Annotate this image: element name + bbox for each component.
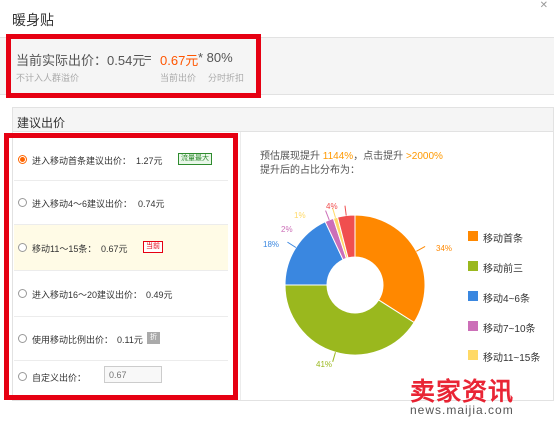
slice-percent-label: 18% [263,240,280,249]
estimate-mid: ，点击提升 [353,151,404,162]
legend-label: 移动7~10条 [483,324,536,335]
legend-swatch [468,291,478,301]
slice-percent-label: 41% [316,360,333,369]
estimate-text: 预估展现提升 1144%，点击提升 >2000% 提升后的占比分布为： [260,150,443,178]
legend-swatch [468,350,478,360]
highlight-box-options [4,133,238,400]
click-lift: >2000% [405,151,443,162]
impression-lift: 1144% [322,151,354,162]
estimate-line-2: 提升后的占比分布为： [260,165,360,176]
dialog-title: 暖身贴 [12,12,54,28]
slice-percent-label: 1% [294,211,306,220]
legend-label: 移动前三 [483,264,523,275]
vertical-divider [240,132,241,400]
legend-label: 移动11~15条 [483,353,541,364]
slice-percent-label: 2% [281,225,293,234]
legend-swatch [468,321,478,331]
highlight-box-price [6,34,261,98]
estimate-line-1: 预估展现提升 1144%，点击提升 >2000% [260,150,443,164]
suggest-panel-header: 建议出价 [13,108,553,132]
close-icon[interactable]: ✕ [540,0,548,11]
slice-percent-label: 4% [326,202,338,211]
legend-swatch [468,231,478,241]
suggest-panel-title: 建议出价 [17,116,66,130]
slice-percent-label: 34% [436,244,453,253]
estimate-prefix: 预估展现提升 [260,151,320,162]
legend-label: 移动4~6条 [483,294,530,305]
watermark-url: news.maijia.com [410,403,514,417]
legend-swatch [468,261,478,271]
legend-label: 移动首条 [483,234,523,245]
